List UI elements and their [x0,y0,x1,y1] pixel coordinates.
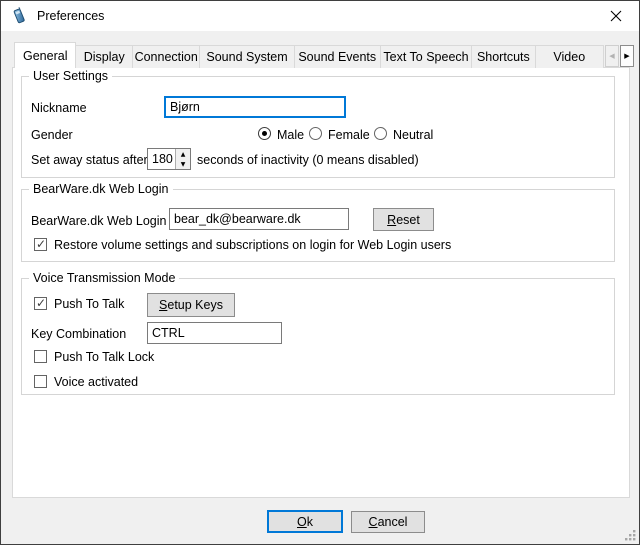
setup-keys-button[interactable]: Setup Keys [147,293,235,317]
spin-up-icon[interactable]: ▲ [176,149,190,159]
voice-activated-checkbox[interactable]: ✓ [34,375,47,388]
spin-down-icon[interactable]: ▼ [176,159,190,169]
check-icon: ✓ [36,298,46,308]
away-seconds-value: 180 [148,149,175,169]
tab-sound-events[interactable]: Sound Events [294,45,381,68]
gender-neutral-label[interactable]: Neutral [393,128,433,142]
tab-scroll-left-button[interactable]: ◀ [605,45,619,67]
gender-male-label[interactable]: Male [277,128,304,142]
away-status-suffix-label: seconds of inactivity (0 means disabled) [197,153,419,167]
restore-volume-checkbox[interactable]: ✓ [34,238,47,251]
scroll-left-icon: ◀ [609,52,614,60]
push-to-talk-lock-checkbox[interactable]: ✓ [34,350,47,363]
tab-text-to-speech[interactable]: Text To Speech [380,45,472,68]
group-title: Voice Transmission Mode [29,271,179,285]
preferences-tab-bar: General Display Connection Sound System … [14,41,604,68]
close-button[interactable] [598,1,634,31]
key-combination-label: Key Combination [31,327,126,341]
nickname-label: Nickname [31,101,87,115]
web-login-id-input[interactable] [169,208,349,230]
close-icon [610,10,622,22]
check-icon: ✓ [36,239,46,249]
gender-radio-female[interactable] [309,127,322,140]
resize-grip[interactable] [624,529,637,542]
voice-activated-label[interactable]: Voice activated [54,375,138,389]
tab-video[interactable]: Video [535,45,604,68]
push-to-talk-lock-label[interactable]: Push To Talk Lock [54,350,154,364]
push-to-talk-label[interactable]: Push To Talk [54,297,124,311]
window-title: Preferences [37,9,104,23]
gender-radio-male[interactable] [258,127,271,140]
tab-sound-system[interactable]: Sound System [199,45,294,68]
push-to-talk-checkbox[interactable]: ✓ [34,297,47,310]
group-title: User Settings [29,69,112,83]
nickname-input[interactable] [164,96,346,118]
gender-female-label[interactable]: Female [328,128,370,142]
tab-general[interactable]: General [14,42,76,68]
restore-volume-label[interactable]: Restore volume settings and subscription… [54,238,451,252]
tab-connection[interactable]: Connection [132,45,200,68]
away-seconds-spinner[interactable]: 180 ▲ ▼ [147,148,191,170]
ok-button[interactable]: Ok [267,510,343,533]
tab-scroll-buttons: ◀ ▶ [605,45,634,67]
web-login-id-label: BearWare.dk Web Login ID [31,214,182,228]
tab-scroll-right-button[interactable]: ▶ [620,45,634,67]
cancel-button[interactable]: Cancel [351,511,425,533]
reset-button[interactable]: Reset [373,208,434,231]
tab-shortcuts[interactable]: Shortcuts [471,45,535,68]
gender-radio-neutral[interactable] [374,127,387,140]
gender-label: Gender [31,128,73,142]
away-status-label: Set away status after [31,153,148,167]
teamtalk-app-icon [10,7,28,25]
key-combination-input[interactable] [147,322,282,344]
tab-display[interactable]: Display [75,45,133,68]
title-bar[interactable]: Preferences [1,1,639,31]
preferences-dialog: Preferences General Display Connection S… [0,0,640,545]
scroll-right-icon: ▶ [624,52,629,60]
group-title: BearWare.dk Web Login [29,182,173,196]
